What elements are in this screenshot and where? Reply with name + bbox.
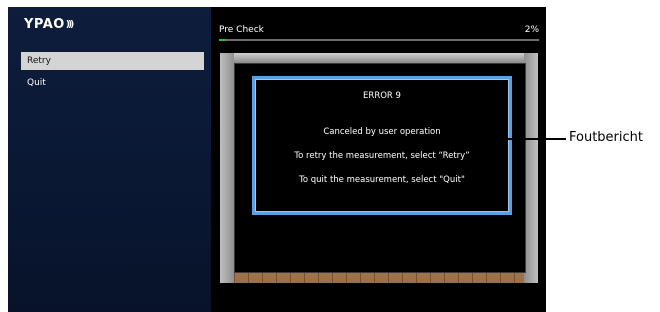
- progress-percent: 2%: [524, 25, 539, 35]
- frame-left: [220, 53, 234, 283]
- tv-screen: YPAO))) Retry Quit Pre Check 2% ERROR 9 …: [8, 7, 546, 312]
- frame-right: [524, 53, 538, 283]
- logo-text: YPAO: [24, 17, 65, 32]
- error-dialog: ERROR 9 Canceled by user operation To re…: [252, 76, 512, 215]
- ypao-logo: YPAO))): [24, 17, 74, 32]
- sound-waves-icon: ))): [65, 19, 74, 30]
- sidebar: YPAO))) Retry Quit: [8, 7, 211, 312]
- main-panel: Pre Check 2% ERROR 9 Canceled by user op…: [211, 7, 546, 312]
- menu-item-quit[interactable]: Quit: [21, 74, 204, 92]
- menu: Retry Quit: [21, 52, 204, 96]
- main-header: Pre Check 2%: [219, 25, 539, 35]
- progress-bar-fill: [219, 39, 226, 41]
- error-message: Canceled by user operation: [323, 127, 441, 137]
- page-title: Pre Check: [219, 25, 264, 35]
- error-title: ERROR 9: [363, 91, 401, 101]
- callout-line: [508, 138, 566, 140]
- menu-item-retry[interactable]: Retry: [21, 52, 204, 70]
- quit-hint: To quit the measurement, select "Quit": [299, 175, 465, 185]
- callout-label: Foutbericht: [569, 130, 643, 145]
- retry-hint: To retry the measurement, select “Retry”: [294, 151, 470, 161]
- frame-top: [220, 53, 538, 63]
- progress-bar: [219, 39, 539, 41]
